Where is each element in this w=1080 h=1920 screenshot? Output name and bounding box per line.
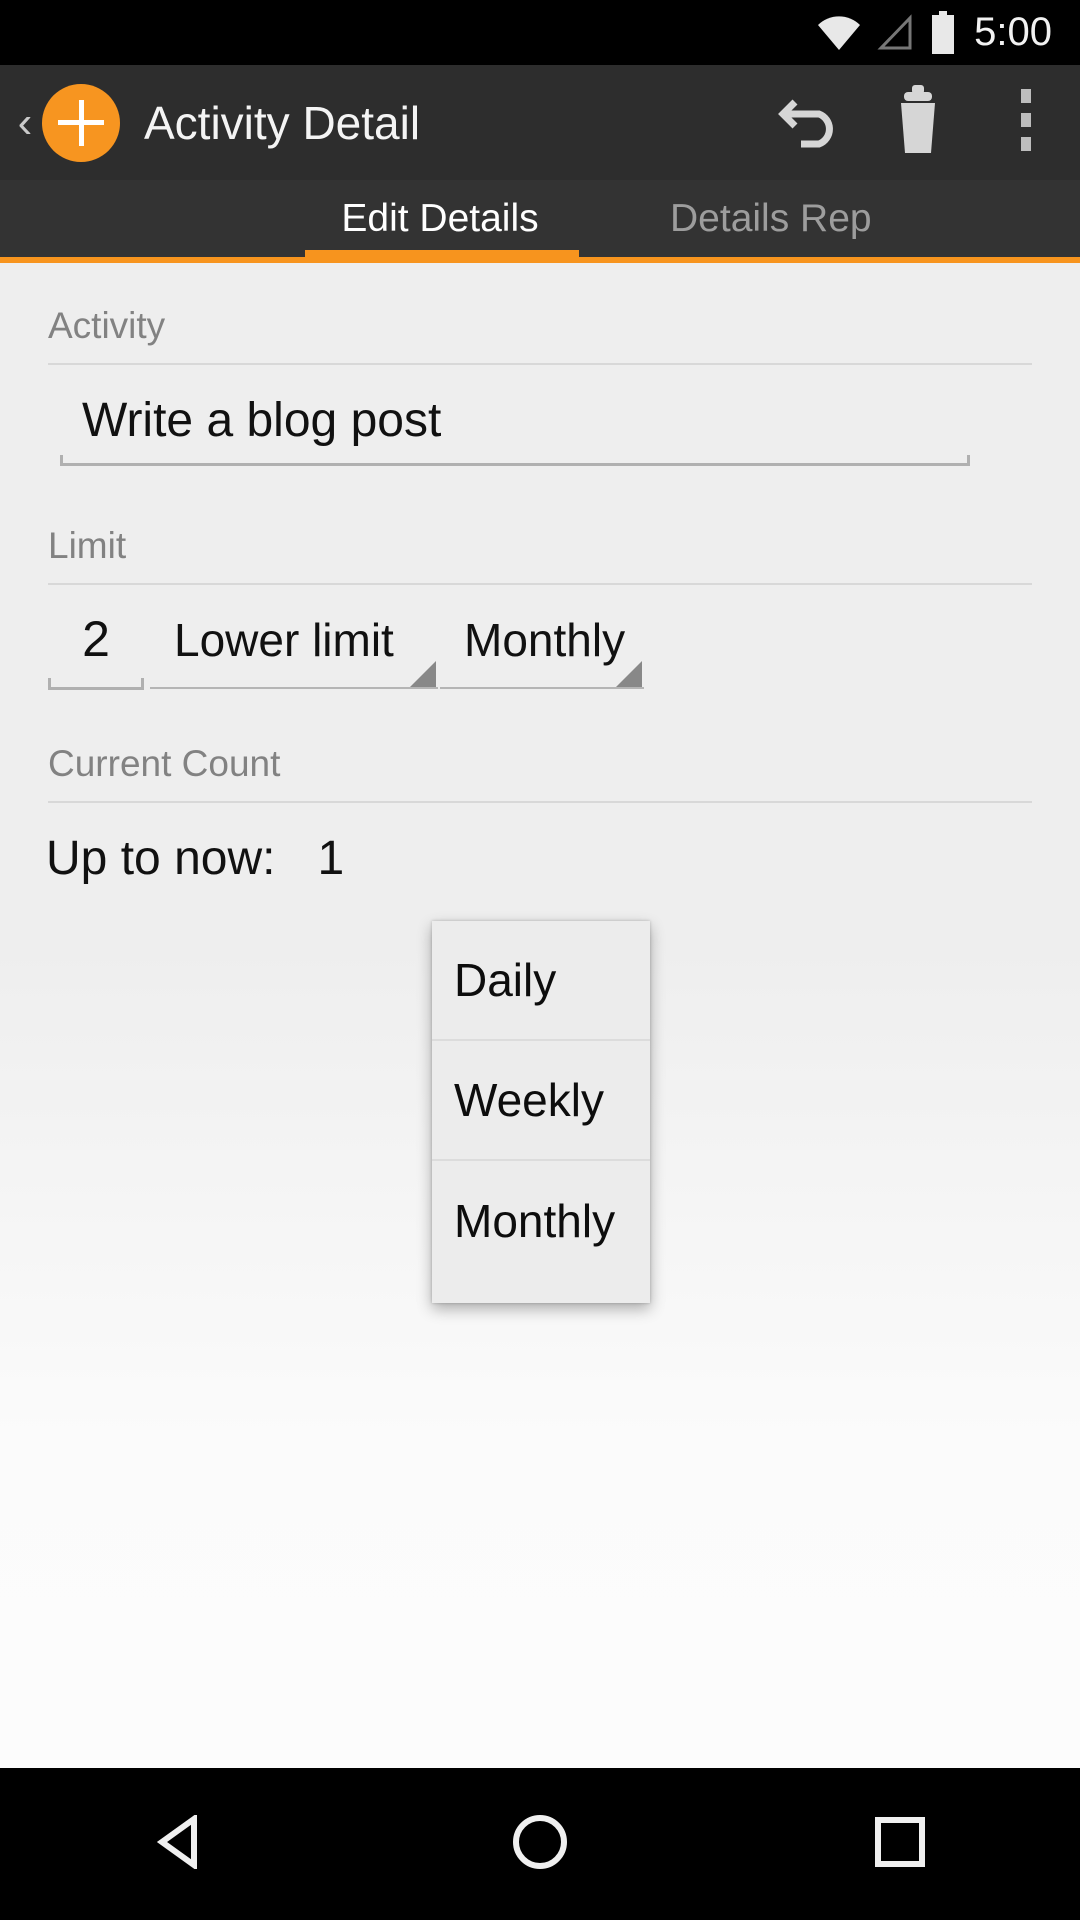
undo-icon — [775, 88, 845, 157]
spinner-caret-icon — [410, 661, 436, 687]
period-dropdown-popup[interactable]: Daily Weekly Monthly — [432, 921, 650, 1303]
wifi-icon — [816, 13, 862, 53]
trash-icon — [891, 85, 945, 160]
activity-input-underline — [60, 455, 970, 466]
limit-type-underline — [150, 687, 438, 689]
tab-selected-indicator — [305, 250, 579, 257]
limit-amount-value[interactable]: 2 — [48, 603, 144, 675]
action-bar-actions — [756, 65, 1080, 180]
current-count-section-label: Current Count — [48, 743, 281, 784]
nav-home-button[interactable] — [450, 1768, 630, 1920]
more-vertical-icon — [1019, 89, 1033, 156]
page-title: Activity Detail — [144, 96, 421, 149]
limit-amount-field[interactable]: 2 — [48, 603, 144, 695]
limit-section-label: Limit — [48, 525, 127, 566]
dropdown-option-daily[interactable]: Daily — [432, 921, 650, 1041]
current-count-text: Up to now: — [46, 832, 276, 885]
limit-row: 2 Lower limit Monthly — [0, 603, 1080, 713]
nav-recents-button[interactable] — [810, 1768, 990, 1920]
cell-signal-icon — [876, 13, 916, 53]
tab-edit-details[interactable]: Edit Details — [240, 180, 640, 257]
current-count-section-rule — [48, 801, 1032, 803]
tab-details-report[interactable]: Details Rep — [670, 180, 1080, 257]
square-recents-icon — [874, 1816, 926, 1873]
activity-input[interactable]: Write a blog post — [82, 393, 441, 448]
status-clock: 5:00 — [974, 9, 1052, 54]
back-chevron-icon[interactable]: ‹ — [10, 100, 40, 145]
spinner-caret-icon — [616, 661, 642, 687]
system-navigation-bar — [0, 1768, 1080, 1920]
limit-type-value: Lower limit — [174, 614, 394, 666]
current-count-row: Up to now: 1 — [46, 831, 344, 886]
tab-bar: Edit Details Details Rep — [0, 180, 1080, 257]
overflow-menu-button[interactable] — [972, 65, 1080, 180]
limit-period-value: Monthly — [464, 614, 626, 666]
limit-period-underline — [440, 687, 644, 689]
plus-circle-logo-icon[interactable] — [42, 83, 120, 162]
limit-amount-underline — [48, 678, 144, 690]
activity-section-label: Activity — [48, 305, 166, 346]
limit-type-spinner[interactable]: Lower limit — [150, 603, 438, 695]
activity-section-rule — [48, 363, 1032, 365]
limit-section-rule — [48, 583, 1032, 585]
limit-period-spinner[interactable]: Monthly — [440, 603, 644, 695]
battery-icon — [930, 10, 956, 55]
dropdown-option-monthly[interactable]: Monthly — [432, 1161, 650, 1281]
delete-button[interactable] — [864, 65, 972, 180]
nav-back-button[interactable] — [90, 1768, 270, 1920]
triangle-back-icon — [154, 1812, 206, 1874]
form-content: Activity Write a blog post Limit 2 Lower… — [0, 263, 1080, 1768]
action-bar: ‹ Activity Detail — [0, 65, 1080, 180]
circle-home-icon — [512, 1814, 568, 1875]
current-count-value: 1 — [317, 832, 345, 885]
status-bar: 5:00 — [0, 0, 1080, 65]
dropdown-option-weekly[interactable]: Weekly — [432, 1041, 650, 1161]
undo-button[interactable] — [756, 65, 864, 180]
